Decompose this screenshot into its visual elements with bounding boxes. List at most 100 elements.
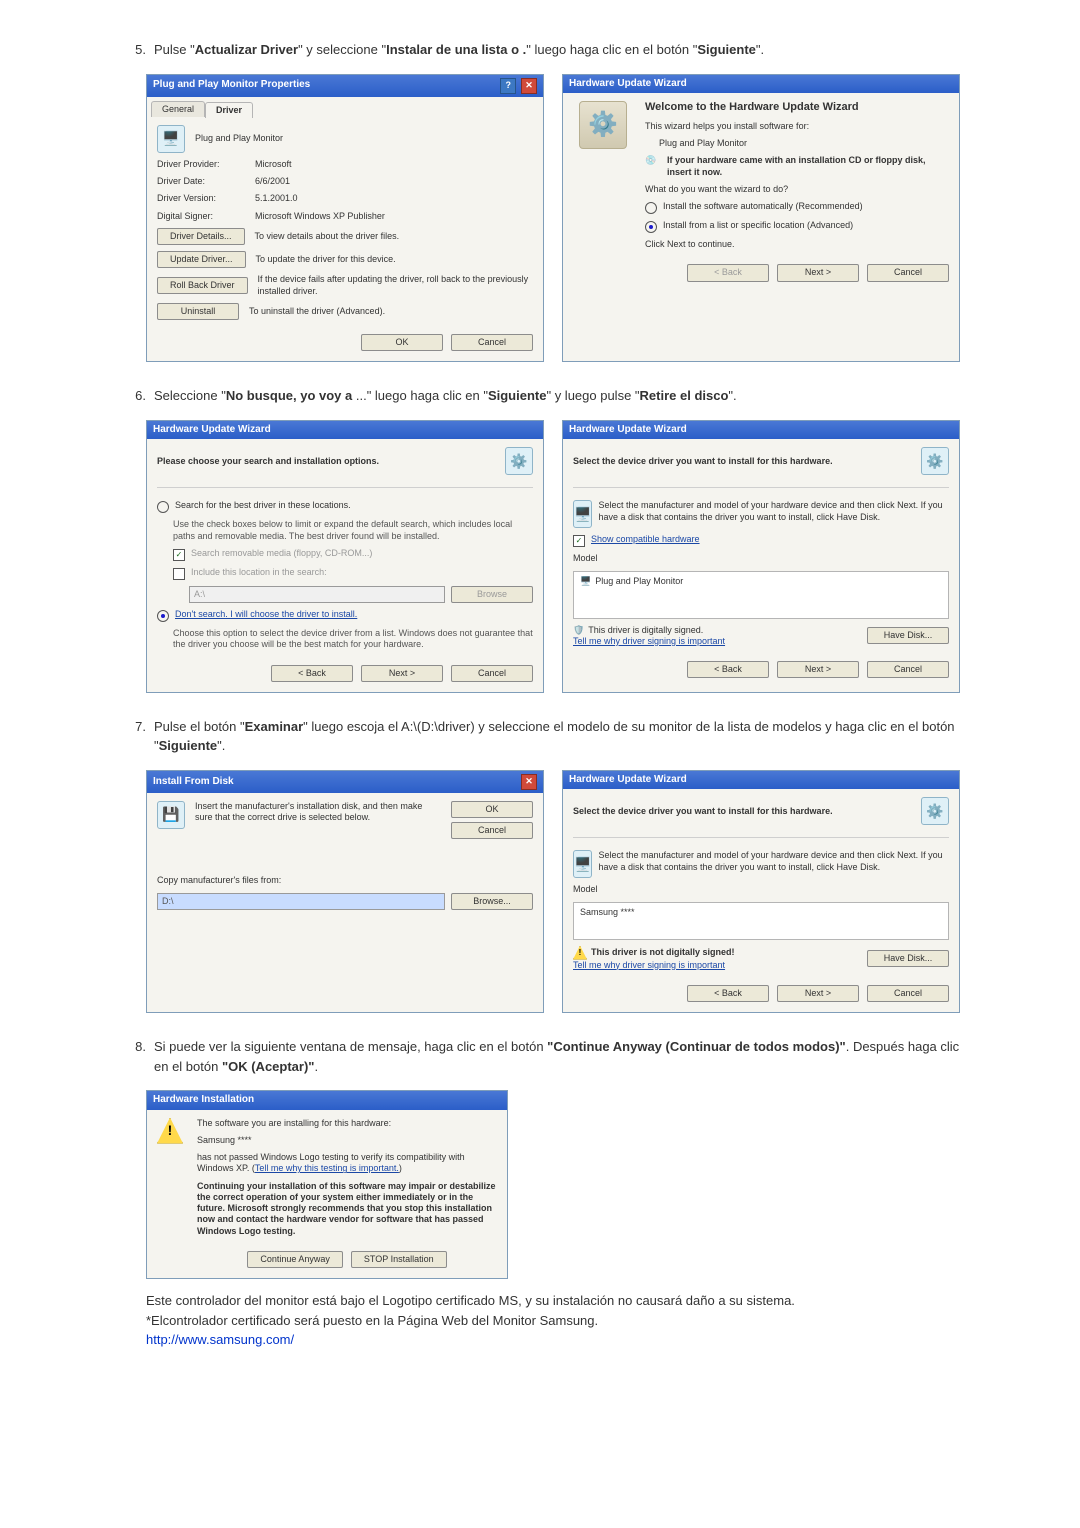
close-icon[interactable]: ✕: [521, 774, 537, 790]
ok-button[interactable]: OK: [361, 334, 443, 351]
dialog-title-bar: Hardware Installation: [147, 1091, 507, 1110]
radio-label: Install the software automatically (Reco…: [663, 201, 863, 212]
bold-text: Siguiente: [488, 388, 547, 403]
cancel-button[interactable]: Cancel: [867, 264, 949, 281]
radio-list[interactable]: Install from a list or specific location…: [645, 220, 949, 233]
rollback-driver-button[interactable]: Roll Back Driver: [157, 277, 248, 294]
samsung-link[interactable]: http://www.samsung.com/: [146, 1332, 294, 1347]
dialog-title: Hardware Update Wizard: [153, 424, 271, 437]
text: The software you are installing for this…: [197, 1118, 497, 1129]
help-icon[interactable]: ?: [500, 78, 516, 94]
model-list[interactable]: 🖥️Plug and Play Monitor: [573, 571, 949, 619]
value: Microsoft: [255, 159, 292, 170]
path-field[interactable]: A:\: [189, 586, 445, 603]
browse-button[interactable]: Browse: [451, 586, 533, 603]
bold-text: Siguiente: [159, 738, 218, 753]
logo-testing-link[interactable]: Tell me why this testing is important.: [255, 1163, 399, 1173]
cancel-button[interactable]: Cancel: [867, 985, 949, 1002]
note: Use the check boxes below to limit or ex…: [157, 519, 533, 542]
cancel-button[interactable]: Cancel: [451, 665, 533, 682]
dialog-title-bar: Hardware Update Wizard: [563, 771, 959, 790]
cancel-button[interactable]: Cancel: [451, 822, 533, 839]
have-disk-button[interactable]: Have Disk...: [867, 950, 949, 967]
driver-details-button[interactable]: Driver Details...: [157, 228, 245, 245]
label: Driver Date:: [157, 176, 245, 187]
warning-icon: !: [573, 946, 587, 960]
bold-text: No busque, yo voy a: [226, 388, 352, 403]
text: ): [399, 1163, 402, 1173]
text: To view details about the driver files.: [255, 231, 533, 242]
step7-text: 7. Pulse el botón "Examinar" luego escoj…: [120, 717, 960, 756]
next-button[interactable]: Next >: [777, 985, 859, 1002]
uninstall-button[interactable]: Uninstall: [157, 303, 239, 320]
footer-text: Este controlador del monitor está bajo e…: [146, 1291, 960, 1311]
step-7: 7. Pulse el botón "Examinar" luego escoj…: [120, 717, 960, 1013]
properties-dialog: Plug and Play Monitor Properties ? ✕ Gen…: [146, 74, 544, 363]
step8-text: 8. Si puede ver la siguiente ventana de …: [120, 1037, 960, 1076]
device-name: Samsung ****: [197, 1135, 497, 1146]
update-driver-button[interactable]: Update Driver...: [157, 251, 246, 268]
header-text: Select the device driver you want to ins…: [573, 806, 833, 817]
radio-label: Search for the best driver in these loca…: [175, 500, 351, 511]
dialog-title: Install From Disk: [153, 776, 234, 789]
stop-installation-button[interactable]: STOP Installation: [351, 1251, 447, 1268]
check-media[interactable]: ✓Search removable media (floppy, CD-ROM.…: [157, 548, 533, 561]
close-icon[interactable]: ✕: [521, 78, 537, 94]
text: " luego haga clic en el botón ": [526, 42, 697, 57]
next-button[interactable]: Next >: [777, 264, 859, 281]
back-button[interactable]: < Back: [271, 665, 353, 682]
model-list[interactable]: Samsung ****: [573, 902, 949, 940]
text: Pulse ": [154, 42, 195, 57]
model-label: Model: [573, 553, 949, 564]
signing-link[interactable]: Tell me why driver signing is important: [573, 636, 725, 647]
text: Si puede ver la siguiente ventana de men…: [154, 1039, 547, 1054]
continue-anyway-button[interactable]: Continue Anyway: [247, 1251, 343, 1268]
info-icon: 🖥️: [573, 850, 592, 878]
wizard-small-icon: ⚙️: [921, 797, 949, 825]
cancel-button[interactable]: Cancel: [451, 334, 533, 351]
next-button[interactable]: Next >: [361, 665, 443, 682]
cd-note: If your hardware came with an installati…: [667, 155, 949, 178]
ok-button[interactable]: OK: [451, 801, 533, 818]
tab-driver[interactable]: Driver: [205, 102, 253, 118]
back-button[interactable]: < Back: [687, 661, 769, 678]
copy-from-label: Copy manufacturer's files from:: [157, 875, 533, 886]
device-name: Plug and Play Monitor: [645, 138, 949, 149]
dialog-title-bar: Plug and Play Monitor Properties ? ✕: [147, 75, 543, 97]
have-disk-button[interactable]: Have Disk...: [867, 627, 949, 644]
check-location[interactable]: Include this location in the search:: [157, 567, 533, 580]
step-5: 5. Pulse "Actualizar Driver" y seleccion…: [120, 40, 960, 362]
hardware-wizard-welcome: Hardware Update Wizard ⚙️ Welcome to the…: [562, 74, 960, 363]
step5-text: 5. Pulse "Actualizar Driver" y seleccion…: [120, 40, 960, 60]
dialog-title: Hardware Update Wizard: [569, 78, 687, 91]
value: Microsoft Windows XP Publisher: [255, 211, 385, 222]
dialog-title-bar: Hardware Update Wizard: [147, 421, 543, 440]
signing-link[interactable]: Tell me why driver signing is important: [573, 960, 735, 971]
text: ".: [728, 388, 736, 403]
cancel-button[interactable]: Cancel: [867, 661, 949, 678]
text: To update the driver for this device.: [256, 254, 533, 265]
warning-icon: !: [157, 1118, 183, 1144]
text: " y seleccione ": [298, 42, 386, 57]
monitor-icon: 🖥️: [157, 125, 185, 153]
check-label: Search removable media (floppy, CD-ROM..…: [191, 548, 372, 559]
browse-button[interactable]: Browse...: [451, 893, 533, 910]
note: Choose this option to select the device …: [157, 628, 533, 651]
model-icon: 🖥️: [580, 576, 591, 587]
radio-dont-search[interactable]: Don't search. I will choose the driver t…: [157, 609, 533, 622]
footer-text: *Elcontrolador certificado será puesto e…: [146, 1311, 960, 1331]
next-button[interactable]: Next >: [777, 661, 859, 678]
disk-icon: 💾: [157, 801, 185, 829]
back-button[interactable]: < Back: [687, 264, 769, 281]
text: Insert the manufacturer's installation d…: [195, 801, 441, 840]
back-button[interactable]: < Back: [687, 985, 769, 1002]
tab-general[interactable]: General: [151, 101, 205, 117]
note: Select the manufacturer and model of you…: [598, 500, 949, 528]
radio-search[interactable]: Search for the best driver in these loca…: [157, 500, 533, 513]
value: 5.1.2001.0: [255, 193, 298, 204]
check-show-compatible[interactable]: ✓Show compatible hardware: [573, 534, 949, 547]
path-field[interactable]: D:\: [157, 893, 445, 910]
wizard-search-options: Hardware Update Wizard Please choose you…: [146, 420, 544, 693]
step-number: 7.: [120, 717, 154, 756]
radio-auto[interactable]: Install the software automatically (Reco…: [645, 201, 949, 214]
